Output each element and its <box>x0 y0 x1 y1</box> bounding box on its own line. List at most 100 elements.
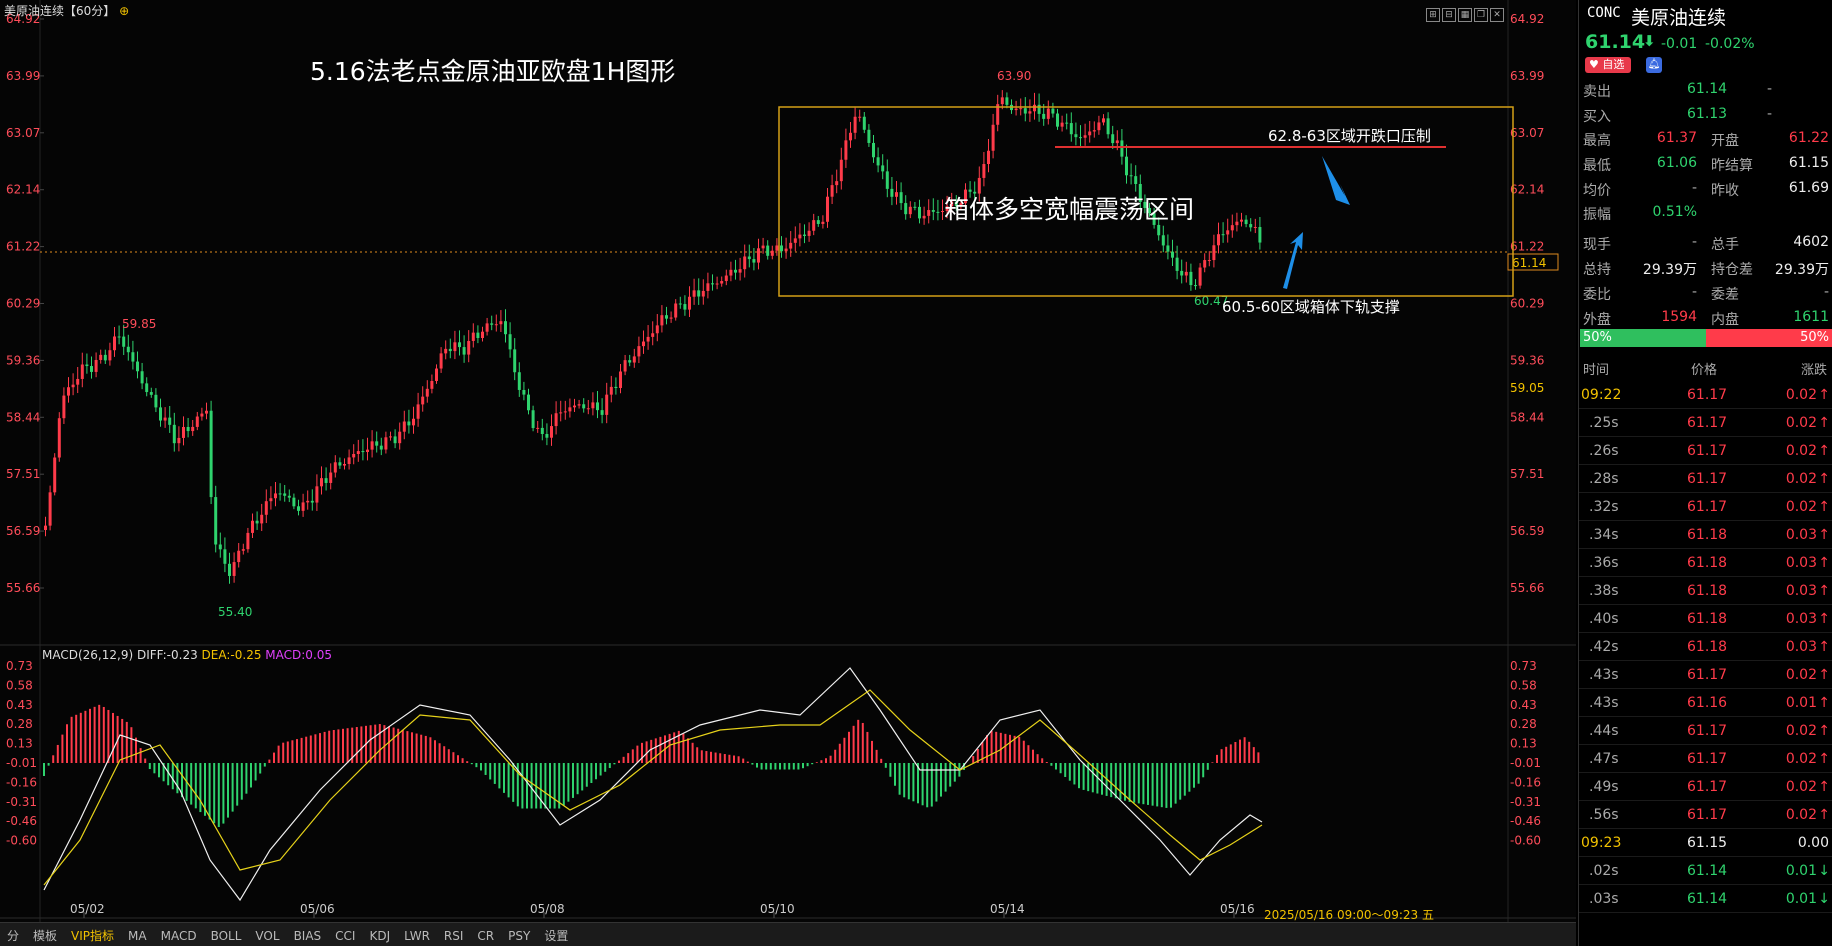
candle-body <box>172 424 176 444</box>
tick-row: .49s 61.17 0.02 ↑ <box>1579 776 1832 800</box>
stat-value: 61.06 <box>1656 154 1697 171</box>
candle-body <box>559 412 563 414</box>
tick-row: 09:23 61.15 0.00 <box>1579 832 1832 856</box>
toolbar-item[interactable]: PSY <box>501 925 537 946</box>
candle-body <box>467 340 471 355</box>
instrument-header-row: CONC 美原油连续 <box>1579 2 1832 29</box>
macd-indicator-header[interactable]: MACD(26,12,9) DIFF:-0.23 DEA:-0.25 MACD:… <box>42 648 332 662</box>
tick-price: 61.18 <box>1687 555 1728 571</box>
macd-tick-right: 0.58 <box>1510 678 1537 692</box>
toolbar-item[interactable]: BIAS <box>287 925 329 946</box>
candle-body <box>582 404 586 409</box>
candle-body <box>1000 97 1004 105</box>
price-tick-left: 63.99 <box>6 69 40 83</box>
candle-body <box>628 360 632 363</box>
candle-body <box>1244 219 1248 225</box>
candle-body <box>476 332 480 338</box>
tick-row-divider <box>1579 912 1832 913</box>
tick-row: .56s 61.17 0.02 ↑ <box>1579 804 1832 828</box>
candle-body <box>320 478 323 487</box>
candle-body <box>108 350 112 361</box>
tick-change: 0.02 <box>1785 723 1817 739</box>
candle-body <box>94 359 98 372</box>
candle-body <box>885 171 889 189</box>
arrow-up-icon: ↑ <box>1818 639 1830 655</box>
stat-row: 最低 61.06 昨结算 61.15 <box>1579 152 1832 176</box>
price-tick-right: 62.14 <box>1510 183 1544 197</box>
candle-body <box>329 472 333 483</box>
stat-value: 61.22 <box>1788 130 1829 146</box>
layout-icon[interactable]: ⊞ <box>1426 8 1440 22</box>
candle-body <box>241 549 245 551</box>
stat-value: 0.51% <box>1652 204 1697 221</box>
table-icon[interactable]: ⊟ <box>1442 8 1456 22</box>
arrow-up-icon: ↑ <box>1818 751 1830 767</box>
candle-body <box>904 203 908 215</box>
sell-price: 61.14 <box>1687 81 1728 97</box>
tick-row: .25s 61.17 0.02 ↑ <box>1579 412 1832 436</box>
toolbar-item[interactable]: VIP指标 <box>64 923 121 946</box>
candle-body <box>1120 140 1124 157</box>
toolbar-item[interactable]: CCI <box>328 925 362 946</box>
close-icon[interactable]: ✕ <box>1490 8 1504 22</box>
candle-body <box>881 165 885 172</box>
candle-body <box>393 436 397 444</box>
price-tick-right: 58.44 <box>1510 410 1544 424</box>
toolbar-item[interactable]: 模板 <box>26 923 64 946</box>
candle-body <box>591 402 595 409</box>
instrument-header[interactable]: 美原油连续【60分】 ⊕ <box>4 2 129 19</box>
toolbar-item[interactable]: 分 <box>0 923 26 946</box>
toolbar-item[interactable]: KDJ <box>362 925 397 946</box>
candle-body <box>264 501 268 515</box>
tick-row: .34s 61.18 0.03 ↑ <box>1579 524 1832 548</box>
toolbar-item[interactable]: BOLL <box>204 925 249 946</box>
tick-change: 0.03 <box>1785 527 1817 543</box>
tick-change: 0.01 <box>1785 863 1817 879</box>
candle-body <box>642 341 645 347</box>
candle-body <box>1253 227 1257 229</box>
toolbar-item[interactable]: LWR <box>397 925 437 946</box>
watchlist-button[interactable]: ♥ 自选 <box>1585 57 1631 73</box>
toolbar-item[interactable]: MA <box>121 925 154 946</box>
toolbar-item[interactable]: CR <box>470 925 501 946</box>
tick-time: .02s <box>1589 863 1619 879</box>
bell-icon: 🔔︎ <box>1647 59 1661 70</box>
toolbar-item[interactable]: RSI <box>437 925 471 946</box>
buy-volume: - <box>1767 106 1773 122</box>
candle-body <box>1226 230 1230 235</box>
tick-price: 61.14 <box>1687 863 1728 879</box>
restore-icon[interactable]: ❐ <box>1474 8 1488 22</box>
candle-body <box>1042 113 1046 119</box>
tick-time: .28s <box>1589 471 1619 487</box>
candle-body <box>826 196 829 222</box>
settings-icon[interactable]: ⊕ <box>119 4 129 18</box>
candle-body <box>890 188 894 197</box>
kline-chart-panel[interactable]: 64.92 64.92 63.99 63.99 63.07 63.07 62.14 62.14… <box>0 0 1576 946</box>
price-tick-right: 63.07 <box>1510 126 1544 140</box>
candle-body <box>991 124 995 151</box>
macd-tick-right: 0.28 <box>1510 717 1537 731</box>
candle-body <box>747 256 751 260</box>
toolbar-item[interactable]: VOL <box>248 925 286 946</box>
candle-body <box>1106 118 1110 135</box>
tick-row-divider <box>1579 604 1832 605</box>
chart-icon[interactable]: ▦ <box>1458 8 1472 22</box>
candle-body <box>1056 113 1059 127</box>
candle-body <box>370 441 374 450</box>
tick-row-divider <box>1579 632 1832 633</box>
candle-body <box>57 418 61 458</box>
candle-body <box>1088 131 1092 136</box>
macd-diff: DIFF:-0.23 <box>136 648 198 662</box>
toolbar-item[interactable]: 设置 <box>537 923 575 946</box>
candle-body <box>844 140 848 160</box>
toolbar-item[interactable]: MACD <box>154 925 204 946</box>
candle-body <box>209 410 213 498</box>
tick-row-divider <box>1579 520 1832 521</box>
tick-row: .40s 61.18 0.03 ↑ <box>1579 608 1832 632</box>
candle-body <box>494 324 498 326</box>
stat-label: 昨收 <box>1711 182 1739 199</box>
alert-bell-button[interactable]: 🔔︎ <box>1646 57 1662 73</box>
candle-body <box>1019 108 1023 110</box>
candle-body <box>53 457 57 493</box>
ratio-left: 50% <box>1583 330 1612 345</box>
